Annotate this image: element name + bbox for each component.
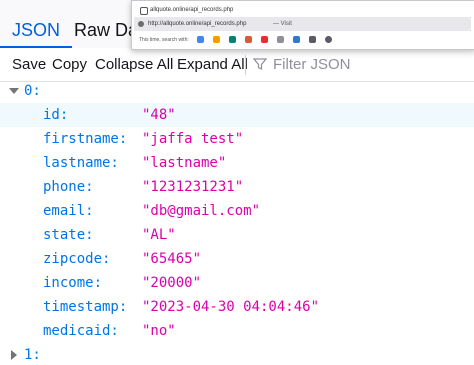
- json-key: zipcode:: [43, 251, 111, 267]
- address-text: allquote.online/api_records.php: [150, 7, 234, 13]
- json-value: "db@gmail.com": [142, 203, 261, 219]
- tree-node-0[interactable]: 0:: [0, 81, 474, 101]
- json-property-row[interactable]: email: "db@gmail.com": [0, 199, 474, 223]
- toolbar-divider: [245, 55, 246, 75]
- json-property-row[interactable]: id: "48": [0, 103, 474, 127]
- json-key: medicaid:: [43, 323, 119, 339]
- wikipedia-engine-icon[interactable]: [277, 36, 284, 43]
- json-key: firstname:: [43, 131, 128, 147]
- globe-icon: [138, 21, 144, 27]
- json-property-row[interactable]: zipcode: "65465": [0, 247, 474, 271]
- copy-button[interactable]: Copy: [52, 48, 87, 81]
- json-property-row[interactable]: state: "AL": [0, 223, 474, 247]
- duckduckgo-engine-icon[interactable]: [245, 36, 252, 43]
- json-key: id:: [43, 107, 69, 123]
- json-property-row[interactable]: timestamp: "2023-04-30 04:04:46": [0, 295, 474, 319]
- expanded-chevron-icon[interactable]: [9, 88, 19, 94]
- json-value: "1231231231": [142, 179, 244, 195]
- json-property-row[interactable]: income: "20000": [0, 271, 474, 295]
- bing-engine-icon[interactable]: [229, 36, 236, 43]
- page-info-icon: [140, 7, 148, 15]
- json-tree: 0: id: "48" firstname: "jaffa test" last…: [0, 81, 474, 363]
- expand-all-button[interactable]: Expand All: [177, 48, 248, 81]
- google-engine-icon[interactable]: [197, 36, 204, 43]
- suggestion-action: — Visit: [273, 21, 292, 27]
- amazon-engine-icon[interactable]: [213, 36, 220, 43]
- json-value: "65465": [142, 251, 202, 267]
- address-input[interactable]: allquote.online/api_records.php: [136, 4, 471, 16]
- json-property-row[interactable]: firstname: "jaffa test": [0, 127, 474, 151]
- json-value: "AL": [142, 227, 176, 243]
- json-property-row[interactable]: lastname: "lastname": [0, 151, 474, 175]
- json-value: "48": [142, 107, 176, 123]
- history-icon[interactable]: [325, 36, 332, 43]
- suggestion-url: http://allquote.online/api_records.php: [148, 21, 247, 27]
- json-key: phone:: [43, 179, 94, 195]
- json-value: "no": [142, 323, 176, 339]
- array-index-label: 0:: [24, 83, 41, 99]
- json-property-row[interactable]: phone: "1231231231": [0, 175, 474, 199]
- search-with-label: This time, search with:: [139, 37, 189, 43]
- json-value: "lastname": [142, 155, 227, 171]
- json-key: income:: [43, 275, 103, 291]
- address-bar-dropdown: allquote.online/api_records.php http://a…: [131, 0, 474, 50]
- json-property-row[interactable]: medicaid: "no": [0, 319, 474, 343]
- json-value: "2023-04-30 04:04:46": [142, 299, 320, 315]
- save-button[interactable]: Save: [12, 48, 46, 81]
- collapsed-chevron-icon[interactable]: [11, 350, 17, 360]
- json-toolbar: Save Copy Collapse All Expand All Filter…: [0, 48, 474, 82]
- search-engine-row: This time, search with:: [136, 33, 471, 47]
- json-key: email:: [43, 203, 94, 219]
- url-suggestion-row[interactable]: http://allquote.online/api_records.php —…: [134, 17, 471, 31]
- tabs-icon[interactable]: [309, 36, 316, 43]
- bookmarks-icon[interactable]: [293, 36, 300, 43]
- json-key: state:: [43, 227, 94, 243]
- filter-placeholder: Filter JSON: [273, 56, 351, 73]
- json-key: timestamp:: [43, 299, 128, 315]
- tree-node-1[interactable]: 1:: [0, 345, 474, 365]
- filter-icon: [253, 58, 267, 70]
- json-value: "20000": [142, 275, 202, 291]
- json-value: "jaffa test": [142, 131, 244, 147]
- ebay-engine-icon[interactable]: [261, 36, 268, 43]
- collapse-all-button[interactable]: Collapse All: [95, 48, 173, 81]
- array-index-label: 1:: [24, 347, 41, 363]
- json-key: lastname:: [43, 155, 119, 171]
